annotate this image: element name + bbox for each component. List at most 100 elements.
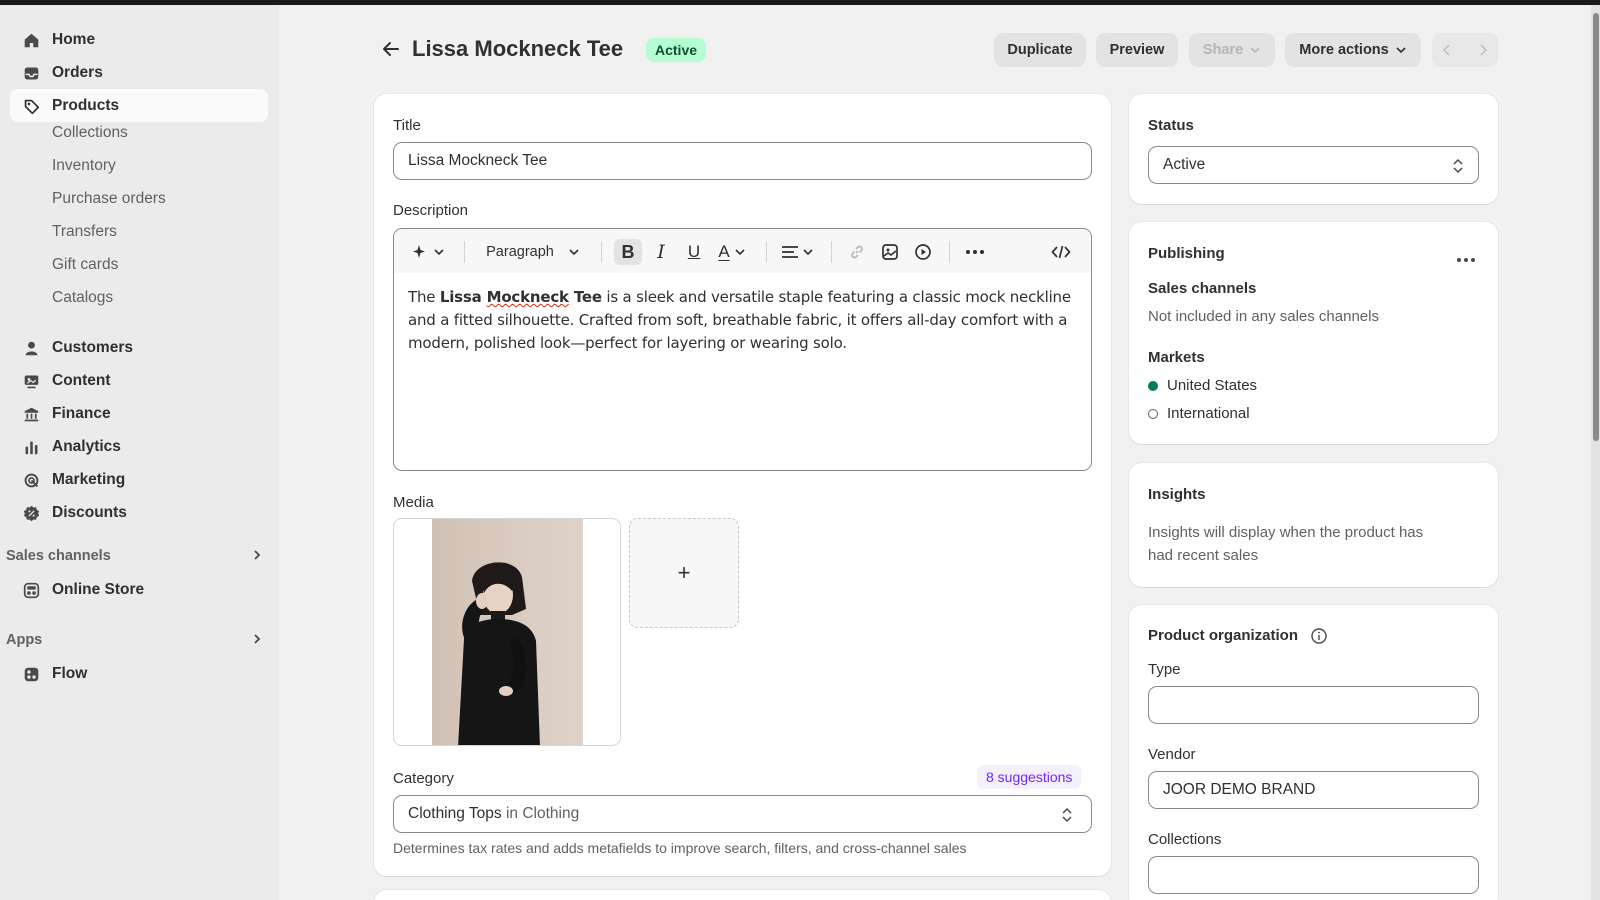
description-editor[interactable]: Paragraph B I U A The Lissa Mockneck Tee… <box>393 228 1092 471</box>
nav-home[interactable]: Home <box>10 23 268 56</box>
nav-content[interactable]: Content <box>10 364 268 397</box>
add-media-button[interactable]: + <box>629 518 739 628</box>
text-color-button[interactable]: A <box>712 239 752 265</box>
align-button[interactable] <box>778 239 818 265</box>
duplicate-button[interactable]: Duplicate <box>994 33 1086 67</box>
nav-discounts[interactable]: Discounts <box>10 496 268 529</box>
underline-button[interactable]: U <box>680 239 708 265</box>
nav-transfers[interactable]: Transfers <box>52 223 117 241</box>
bold-button[interactable]: B <box>614 239 642 265</box>
sales-channels-heading[interactable]: Sales channels <box>6 545 264 567</box>
markets-subheading: Markets <box>1148 349 1205 366</box>
chevron-right-icon <box>250 632 264 650</box>
more-formatting-button[interactable] <box>960 239 990 265</box>
insert-video-button[interactable] <box>909 239 937 265</box>
nav-gift-cards[interactable]: Gift cards <box>52 256 118 274</box>
html-view-button[interactable] <box>1046 239 1076 265</box>
product-details-card <box>374 94 1111 876</box>
nav-home-label: Home <box>52 30 96 48</box>
sales-channels-heading-label: Sales channels <box>6 548 111 564</box>
title-input-value: Lissa Mockneck Tee <box>408 152 548 169</box>
nav-customers[interactable]: Customers <box>10 331 268 364</box>
select-arrows-icon <box>1062 807 1072 823</box>
share-button[interactable]: Share <box>1189 33 1275 67</box>
sales-channels-text: Not included in any sales channels <box>1148 308 1379 325</box>
nav-customers-label: Customers <box>52 338 133 356</box>
collections-label: Collections <box>1148 831 1222 848</box>
target-icon <box>22 471 40 489</box>
nav-products-label: Products <box>52 96 120 114</box>
title-label: Title <box>393 117 421 134</box>
page-scrollbar[interactable] <box>1591 5 1600 900</box>
chevron-right-icon[interactable] <box>1468 40 1498 60</box>
duplicate-button-label: Duplicate <box>1007 42 1073 58</box>
vendor-label: Vendor <box>1148 746 1196 763</box>
text-color-icon: A <box>718 242 730 261</box>
vendor-input[interactable]: JOOR DEMO BRAND <box>1148 771 1479 809</box>
discount-icon <box>22 504 40 522</box>
underline-icon: U <box>687 242 701 261</box>
nav-flow[interactable]: Flow <box>10 657 268 690</box>
description-bold-2-misspelled: Mockneck <box>486 288 569 306</box>
share-button-label: Share <box>1202 42 1244 58</box>
insert-image-button[interactable] <box>876 239 904 265</box>
link-button[interactable] <box>843 239 871 265</box>
product-organization-heading: Product organization <box>1148 627 1298 644</box>
category-context: in Clothing <box>505 805 580 822</box>
nav-orders[interactable]: Orders <box>10 56 268 89</box>
editor-toolbar: Paragraph B I U A <box>394 229 1091 273</box>
plus-icon: + <box>677 560 691 585</box>
page-title: Lissa Mockneck Tee <box>412 36 624 61</box>
ai-generate-button[interactable] <box>408 239 450 265</box>
more-actions-button[interactable]: More actions <box>1285 33 1421 67</box>
italic-button[interactable]: I <box>647 239 675 265</box>
publishing-menu-icon[interactable] <box>1456 250 1476 267</box>
title-input[interactable]: Lissa Mockneck Tee <box>393 142 1092 180</box>
nav-collections[interactable]: Collections <box>52 124 128 142</box>
flow-icon <box>22 665 40 683</box>
store-icon <box>22 581 40 599</box>
nav-finance[interactable]: Finance <box>10 397 268 430</box>
nav-marketing[interactable]: Marketing <box>10 463 268 496</box>
inbox-icon <box>22 64 40 82</box>
nav-inventory[interactable]: Inventory <box>52 157 116 175</box>
vendor-input-value: JOOR DEMO BRAND <box>1163 781 1316 798</box>
nav-catalogs[interactable]: Catalogs <box>52 289 113 307</box>
nav-analytics[interactable]: Analytics <box>10 430 268 463</box>
status-select[interactable]: Active <box>1148 146 1479 184</box>
product-image[interactable] <box>393 518 621 746</box>
info-icon[interactable] <box>1310 627 1328 649</box>
back-arrow-icon[interactable] <box>380 38 402 60</box>
type-input[interactable] <box>1148 686 1479 724</box>
status-select-value: Active <box>1163 156 1206 173</box>
nav-content-label: Content <box>52 371 111 389</box>
apps-heading[interactable]: Apps <box>6 629 264 651</box>
italic-icon: I <box>657 241 665 263</box>
market-international: International <box>1148 405 1250 422</box>
chevron-right-icon <box>250 548 264 566</box>
nav-products[interactable]: Products <box>10 89 268 122</box>
paragraph-format-select[interactable]: Paragraph <box>478 239 588 265</box>
scrollbar-thumb[interactable] <box>1593 13 1599 441</box>
insights-heading: Insights <box>1148 486 1206 503</box>
chevron-left-icon[interactable] <box>1432 40 1462 60</box>
preview-button[interactable]: Preview <box>1096 33 1178 67</box>
market-international-label: International <box>1167 405 1250 422</box>
nav-flow-label: Flow <box>52 664 88 682</box>
category-select[interactable]: Clothing Tops in Clothing <box>393 795 1092 833</box>
category-value: Clothing Tops <box>408 805 502 822</box>
collections-input[interactable] <box>1148 856 1479 894</box>
nav-online-store[interactable]: Online Store <box>10 573 268 606</box>
nav-purchase-orders[interactable]: Purchase orders <box>52 190 166 208</box>
nav-discounts-label: Discounts <box>52 503 127 521</box>
insights-text-line-1: Insights will display when the product h… <box>1148 524 1424 541</box>
description-text[interactable]: The Lissa Mockneck Tee is a sleek and ve… <box>408 286 1078 355</box>
toolbar-divider <box>831 241 832 263</box>
play-circle-icon <box>915 244 931 260</box>
nav-analytics-label: Analytics <box>52 437 121 455</box>
home-icon <box>22 31 40 49</box>
sales-channels-subheading: Sales channels <box>1148 280 1257 297</box>
category-suggestions-link[interactable]: 8 suggestions <box>977 765 1082 789</box>
market-inactive-dot <box>1148 409 1158 420</box>
status-badge: Active <box>646 38 707 62</box>
